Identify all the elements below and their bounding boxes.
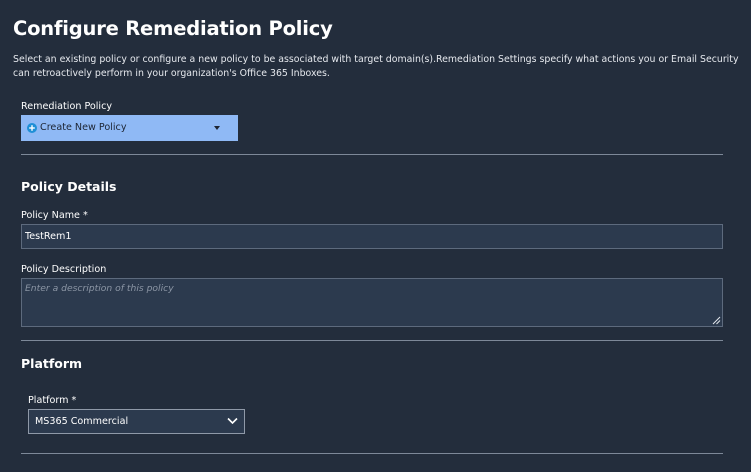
- policy-description-label: Policy Description: [21, 264, 107, 275]
- remediation-policy-selected: Create New Policy: [40, 122, 127, 133]
- divider: [21, 453, 723, 454]
- caret-down-icon: [214, 126, 220, 130]
- policy-description-textarea[interactable]: [21, 278, 723, 327]
- policy-description-wrapper: [21, 278, 723, 327]
- platform-heading: Platform: [21, 356, 83, 371]
- plus-circle-icon: [27, 123, 37, 133]
- resize-handle-icon[interactable]: [712, 316, 721, 325]
- remediation-policy-label: Remediation Policy: [21, 101, 113, 112]
- policy-name-input[interactable]: [21, 224, 723, 249]
- divider: [21, 154, 723, 155]
- policy-details-heading: Policy Details: [21, 179, 117, 194]
- platform-selected: MS365 Commercial: [35, 416, 129, 427]
- platform-select[interactable]: MS365 Commercial: [28, 409, 245, 434]
- page-description: Select an existing policy or configure a…: [13, 54, 739, 79]
- divider: [21, 340, 723, 341]
- page-title: Configure Remediation Policy: [13, 17, 333, 40]
- chevron-down-icon: [227, 417, 238, 425]
- remediation-policy-select[interactable]: Create New Policy: [21, 115, 238, 141]
- policy-name-label: Policy Name *: [21, 210, 88, 221]
- platform-label: Platform *: [28, 395, 77, 406]
